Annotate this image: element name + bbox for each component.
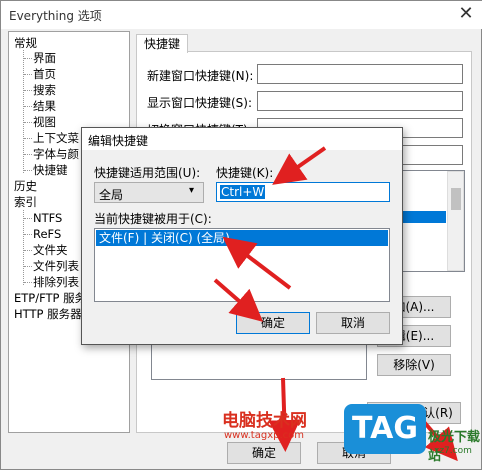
used-for-list-item[interactable]: 文件(F) | 关闭(C) (全局) bbox=[96, 230, 388, 246]
tree-item-results[interactable]: 结果 bbox=[33, 99, 56, 114]
window-title: Everything 选项 bbox=[9, 9, 102, 23]
ok-button[interactable]: 确定 bbox=[227, 442, 301, 464]
tab-hotkeys[interactable]: 快捷键 bbox=[136, 34, 188, 53]
hotkey-input-value: Ctrl+W bbox=[220, 185, 266, 199]
watermark-site: 极光下载站 bbox=[428, 430, 481, 464]
tree-item-refs[interactable]: ReFS bbox=[33, 227, 61, 242]
tree-item-context-menu[interactable]: 上下文菜 bbox=[33, 131, 79, 146]
watermark-brand: 电脑技术网 bbox=[222, 411, 307, 431]
show-window-label: 显示窗口快捷键(S): bbox=[147, 96, 253, 110]
hotkey-label: 快捷键(K): bbox=[216, 166, 274, 180]
new-window-label: 新建窗口快捷键(N): bbox=[147, 69, 254, 83]
used-for-label: 当前快捷键被用于(C): bbox=[94, 212, 212, 226]
tree-item-search[interactable]: 搜索 bbox=[33, 83, 56, 98]
watermark-site-url: xz7.com bbox=[434, 446, 472, 456]
dialog-cancel-button[interactable]: 取消 bbox=[316, 312, 390, 334]
tree-item-exclude[interactable]: 排除列表 bbox=[33, 275, 79, 290]
scope-select[interactable]: 全局 ▾ bbox=[94, 182, 204, 203]
tree-item-etp-ftp[interactable]: ETP/FTP 服务 bbox=[14, 291, 86, 306]
options-window: Everything 选项 ✕ 常规 界面 首页 搜索 结果 视图 上下文菜 字… bbox=[0, 0, 482, 470]
hotkey-input[interactable]: Ctrl+W bbox=[216, 182, 390, 202]
tree-item-general[interactable]: 常规 bbox=[14, 36, 37, 51]
tree-item-history[interactable]: 历史 bbox=[14, 179, 37, 194]
edit-hotkey-dialog: 编辑快捷键 快捷键适用范围(U): 全局 ▾ 快捷键(K): Ctrl+W 当前… bbox=[81, 127, 403, 345]
new-window-hotkey-input[interactable] bbox=[257, 64, 463, 84]
tree-item-fonts-colors[interactable]: 字体与颜 bbox=[33, 147, 79, 162]
title-bar: Everything 选项 ✕ bbox=[1, 1, 482, 29]
dialog-title-bar: 编辑快捷键 bbox=[82, 128, 402, 150]
watermark-logo: TAG bbox=[344, 404, 426, 454]
tree-item-hotkeys[interactable]: 快捷键 bbox=[33, 163, 68, 178]
show-window-hotkey-input[interactable] bbox=[257, 91, 463, 111]
remove-button[interactable]: 移除(V) bbox=[377, 354, 451, 376]
tree-item-file-lists[interactable]: 文件列表 bbox=[33, 259, 79, 274]
scope-select-value: 全局 bbox=[99, 188, 124, 202]
tree-item-folders[interactable]: 文件夹 bbox=[33, 243, 68, 258]
tree-item-ui[interactable]: 界面 bbox=[33, 51, 56, 66]
tree-item-http[interactable]: HTTP 服务器 bbox=[14, 307, 82, 322]
dialog-title: 编辑快捷键 bbox=[88, 134, 149, 148]
tree-item-home[interactable]: 首页 bbox=[33, 67, 56, 82]
close-icon[interactable]: ✕ bbox=[453, 3, 479, 25]
command-list-scrollbar[interactable] bbox=[447, 171, 464, 271]
chevron-down-icon: ▾ bbox=[189, 185, 195, 196]
tree-item-ntfs[interactable]: NTFS bbox=[33, 211, 62, 226]
used-for-list[interactable]: 文件(F) | 关闭(C) (全局) bbox=[94, 228, 390, 302]
scrollbar-thumb[interactable] bbox=[451, 188, 461, 210]
watermark-url: www.tagxp.com bbox=[224, 430, 304, 441]
tree-item-index[interactable]: 索引 bbox=[14, 195, 37, 210]
tree-item-view[interactable]: 视图 bbox=[33, 115, 56, 130]
scope-label: 快捷键适用范围(U): bbox=[94, 166, 201, 180]
dialog-ok-button[interactable]: 确定 bbox=[236, 312, 310, 334]
